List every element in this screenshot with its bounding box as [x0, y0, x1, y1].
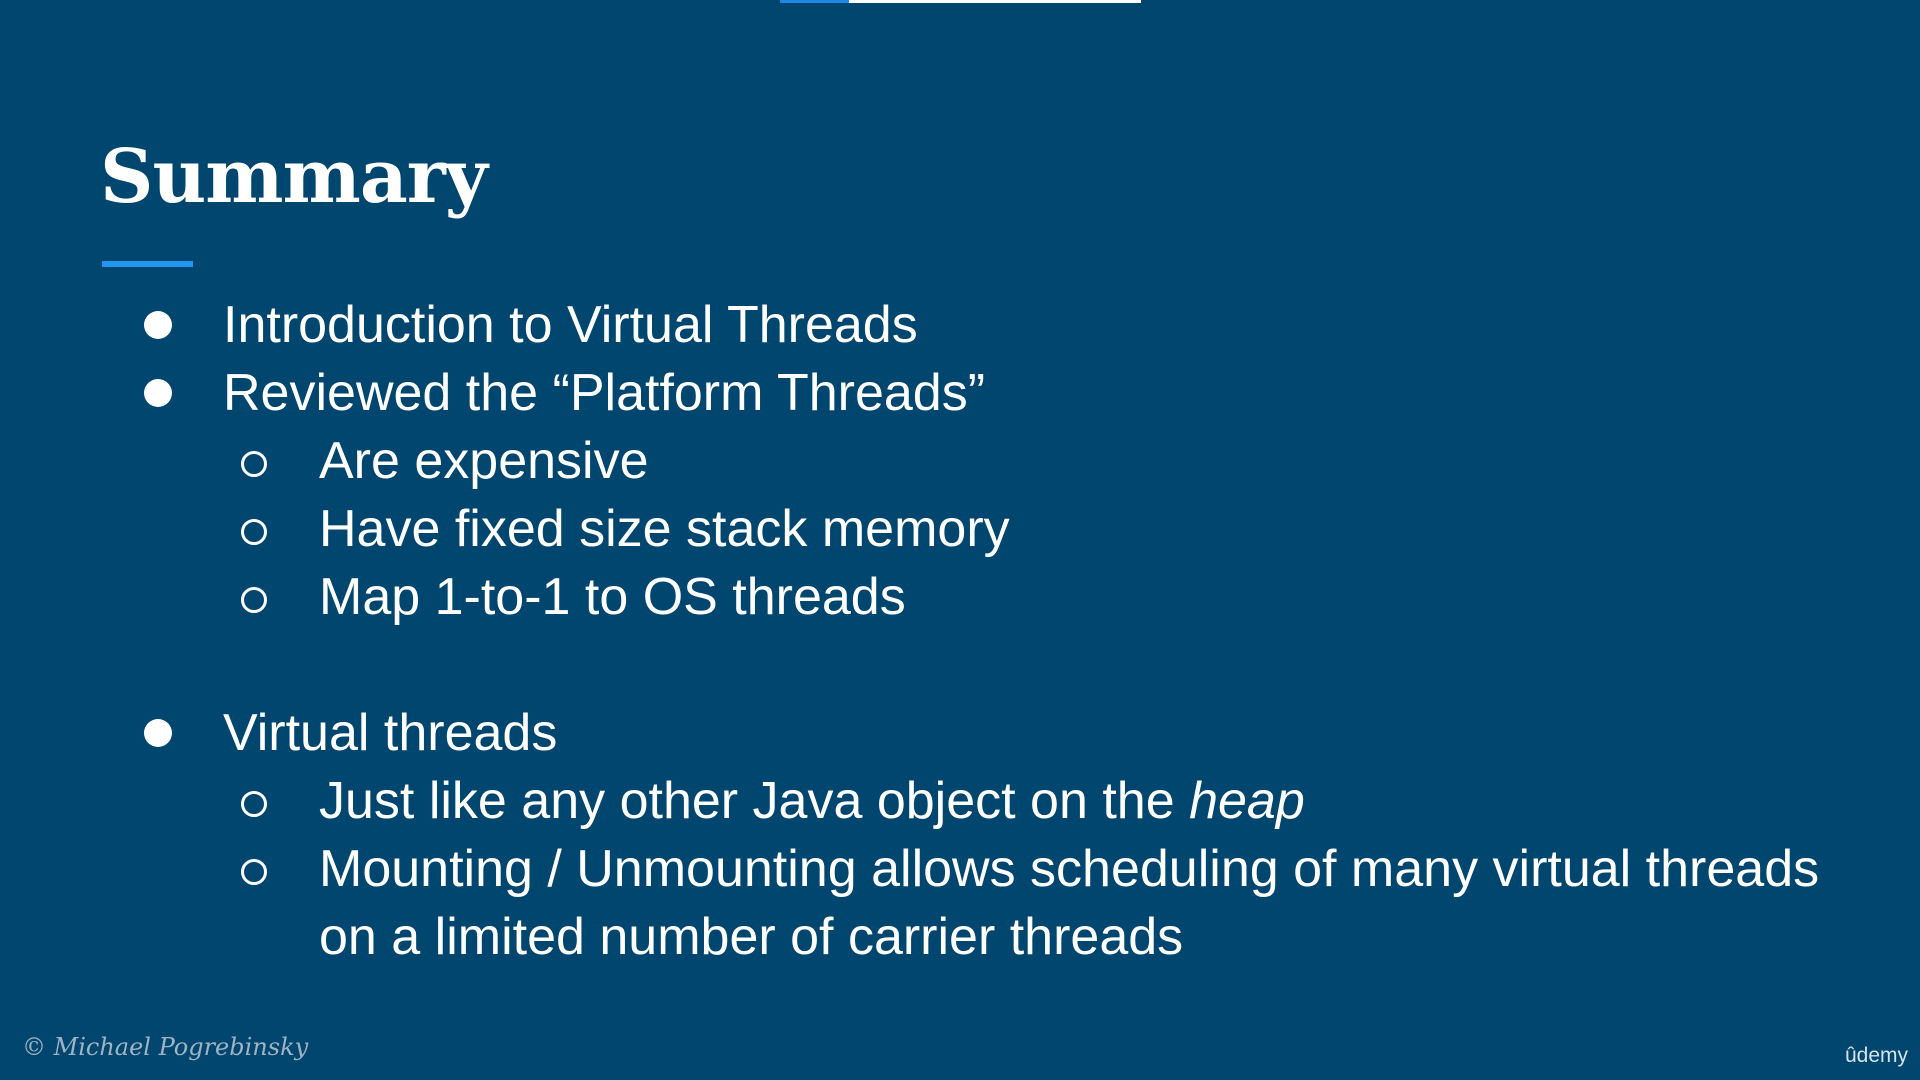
hollow-bullet-icon [241, 519, 267, 545]
bullet-text: Virtual threads [223, 704, 558, 762]
sub-bullet-text: Are expensive [319, 432, 649, 490]
sub-bullet-text: Have fixed size stack memory [319, 500, 1010, 558]
hollow-bullet-icon [241, 859, 267, 885]
udemy-logo: ûdemy [1844, 1044, 1908, 1067]
filled-bullet-icon [144, 379, 172, 407]
bullet-item: Reviewed the “Platform Threads” [0, 359, 1860, 427]
sub-bullet-item: Just like any other Java object on the h… [0, 767, 1860, 835]
hollow-bullet-icon [241, 587, 267, 613]
copyright-notice: © Michael Pogrebinsky [22, 1033, 309, 1061]
filled-bullet-icon [144, 311, 172, 339]
sub-bullet-item: Are expensive [0, 427, 1860, 495]
bullet-item: Introduction to Virtual Threads [0, 291, 1860, 359]
hollow-bullet-icon [241, 791, 267, 817]
slide: Summary Introduction to Virtual Threads … [0, 0, 1920, 1080]
video-progress-bar[interactable] [780, 0, 1141, 3]
bullet-item: Virtual threads [0, 699, 1860, 767]
bullet-text: Reviewed the “Platform Threads” [223, 364, 986, 422]
bullet-list: Introduction to Virtual Threads Reviewed… [0, 291, 1860, 971]
sub-bullet-text: Just like any other Java object on the [319, 772, 1190, 830]
slide-title: Summary [100, 134, 488, 220]
sub-bullet-text: Map 1-to-1 to OS threads [319, 568, 906, 626]
sub-bullet-item: Have fixed size stack memory [0, 495, 1860, 563]
sub-bullet-item: Map 1-to-1 to OS threads [0, 563, 1860, 631]
sub-bullet-item: Mounting / Unmounting allows scheduling … [0, 835, 1860, 971]
hollow-bullet-icon [241, 451, 267, 477]
filled-bullet-icon [144, 719, 172, 747]
bullet-text: Introduction to Virtual Threads [223, 296, 918, 354]
sub-bullet-text: Mounting / Unmounting allows scheduling … [319, 840, 1820, 966]
video-progress-fill [780, 0, 849, 3]
emphasis-text: heap [1189, 772, 1305, 830]
title-underline [102, 261, 193, 267]
